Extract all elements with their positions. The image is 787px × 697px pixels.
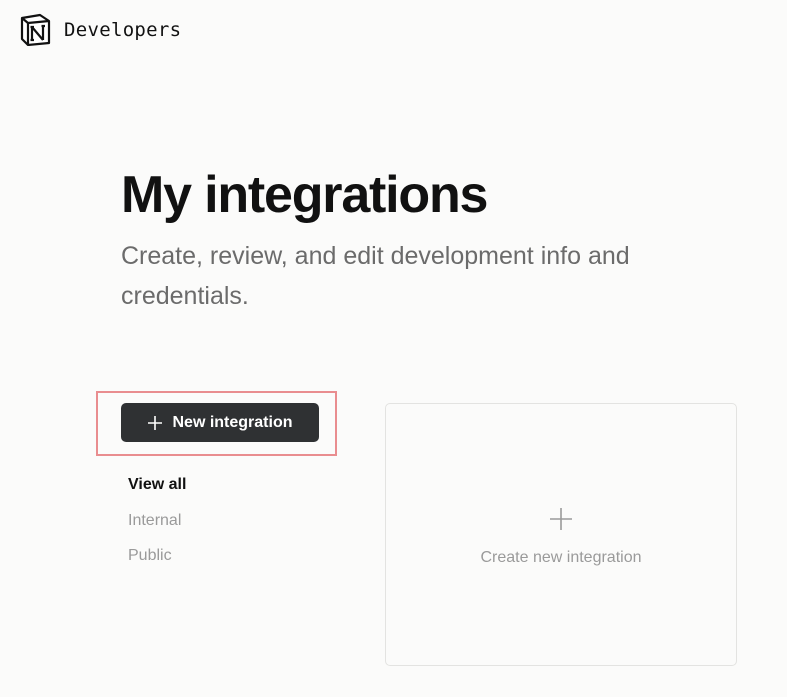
plus-icon [148, 415, 163, 430]
page-title: My integrations [121, 166, 488, 224]
create-integration-card[interactable]: Create new integration [385, 403, 737, 666]
brand-title[interactable]: Developers [64, 18, 181, 42]
plus-icon [550, 508, 572, 530]
filter-internal[interactable]: Internal [128, 511, 181, 531]
new-integration-button[interactable]: New integration [121, 403, 319, 442]
page-subtitle: Create, review, and edit development inf… [121, 242, 630, 310]
notion-logo-icon[interactable] [18, 12, 52, 46]
create-integration-label: Create new integration [480, 549, 642, 566]
filter-view-all[interactable]: View all [128, 475, 186, 495]
new-integration-label: New integration [172, 413, 293, 431]
filter-public[interactable]: Public [128, 546, 172, 566]
page: Developers My integrations Create, revie… [0, 0, 787, 697]
